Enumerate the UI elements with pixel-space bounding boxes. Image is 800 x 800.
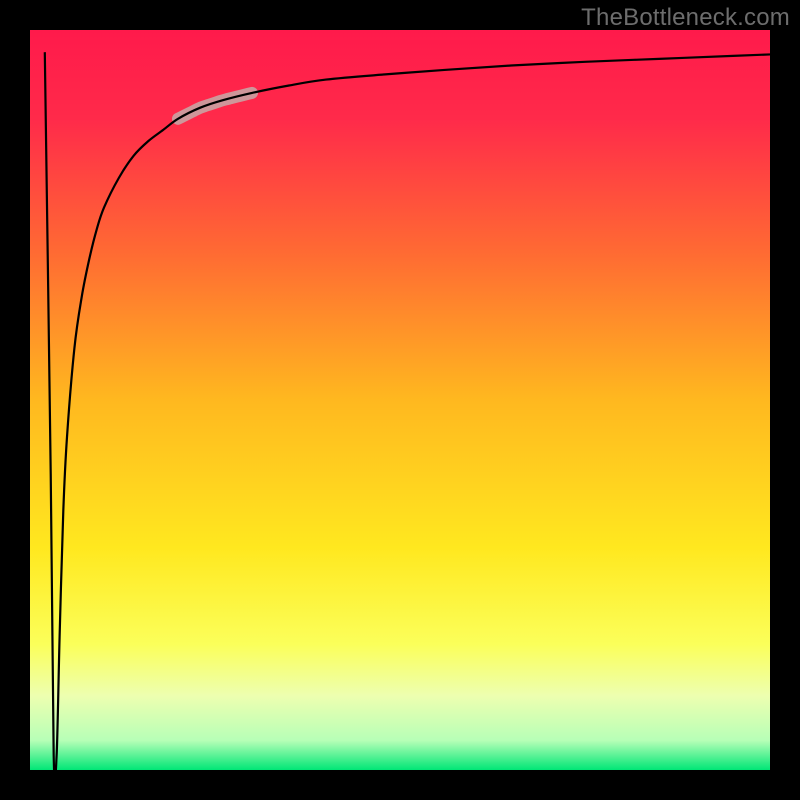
bottleneck-chart: [0, 0, 800, 800]
chart-background: [30, 30, 770, 770]
chart-container: TheBottleneck.com: [0, 0, 800, 800]
watermark-text: TheBottleneck.com: [581, 4, 790, 32]
